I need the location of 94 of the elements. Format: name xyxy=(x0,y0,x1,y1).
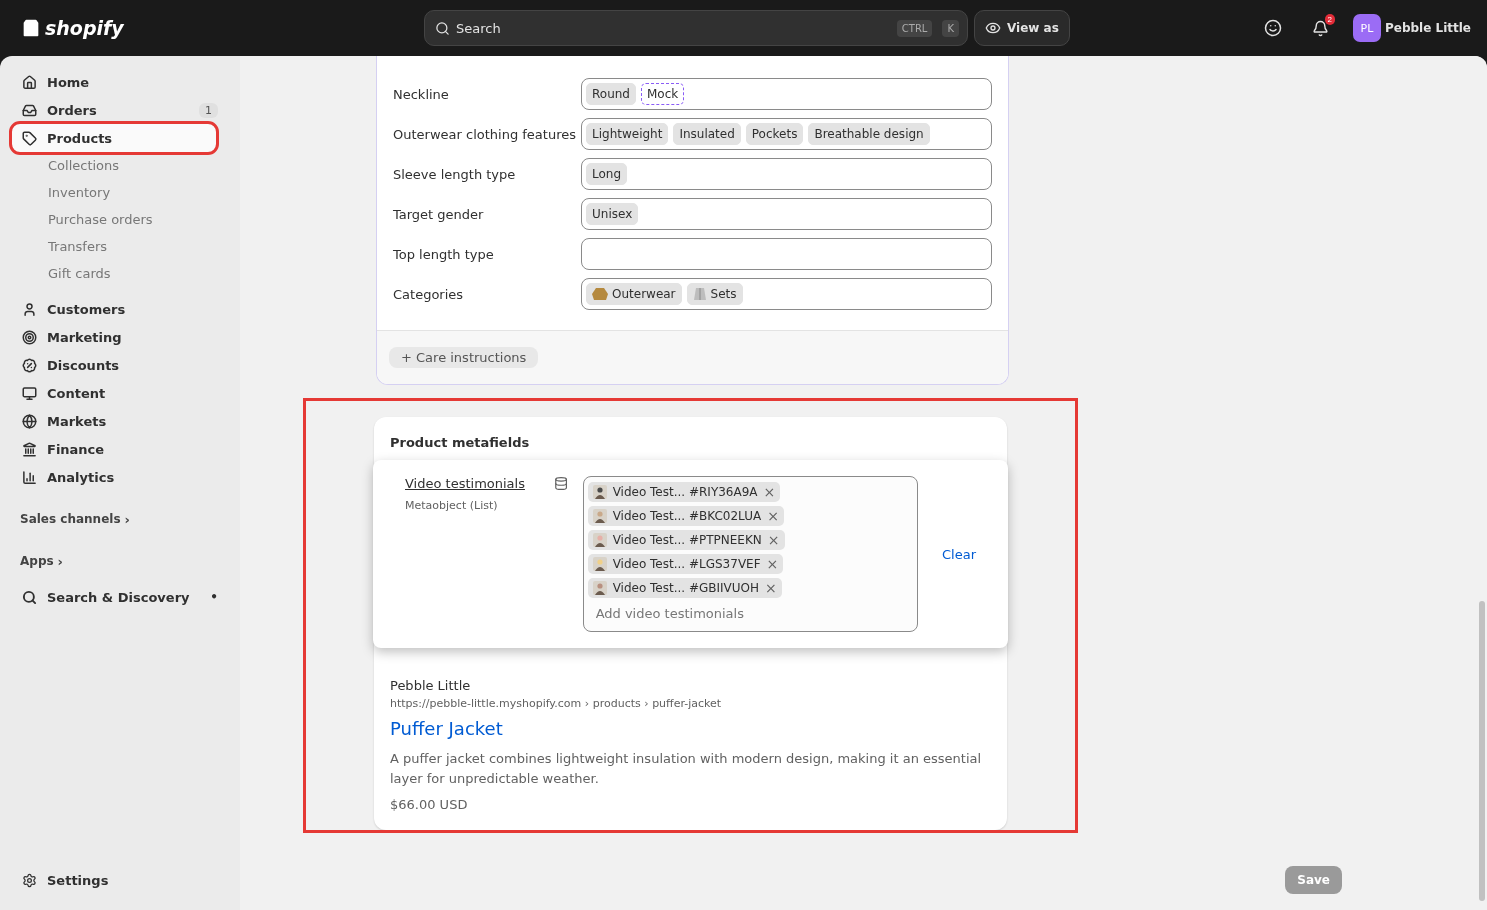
face-icon xyxy=(1263,19,1282,37)
tag-icon xyxy=(22,130,37,146)
store-name[interactable]: Pebble Little xyxy=(1384,21,1471,35)
home-icon xyxy=(22,74,37,90)
remove-icon[interactable]: × xyxy=(765,580,777,596)
section-link[interactable]: Apps › xyxy=(12,547,228,575)
nav-subitem[interactable]: Collections xyxy=(12,152,228,179)
count-badge: 1 xyxy=(199,102,218,118)
database-icon xyxy=(554,476,569,491)
card-title: Product metafields xyxy=(390,435,531,450)
tag: Mock xyxy=(640,83,685,105)
settings-link[interactable]: Settings xyxy=(12,866,228,894)
reference-tag[interactable]: Video Test... #BKC02LUA × xyxy=(587,506,784,526)
field-label: Sleeve length type xyxy=(393,166,517,182)
inbox-icon xyxy=(22,102,37,118)
nav-item[interactable]: Marketing xyxy=(12,323,228,351)
nav-item[interactable]: Analytics xyxy=(12,463,228,491)
preview-description: A puffer jacket combines lightweight insulation with modern design, making it an essential layer for unpredictable weather. xyxy=(390,750,983,788)
field-label: Top length type xyxy=(393,246,495,262)
monitor-icon xyxy=(22,385,37,401)
search-field[interactable]: Search CTRL K xyxy=(424,10,968,46)
notification-count: 2 xyxy=(1324,13,1335,25)
globe-icon xyxy=(22,413,37,429)
preview-store-name: Pebble Little xyxy=(390,678,472,693)
logo: shopify xyxy=(45,17,124,39)
metafield-name-link[interactable]: Video testimonials xyxy=(405,476,555,491)
keyboard-key: CTRL xyxy=(896,19,933,37)
reference-list-field[interactable]: Video Test... #RIY36A9A × Video Test... #BKC02LUA × Video Test... #PTPNEEKN × Video Test... #LGS37VEF × Video Test... #GBIIVUOH × Add video testimonials xyxy=(582,476,918,632)
clear-link[interactable]: Clear xyxy=(942,546,976,562)
bar-chart-icon xyxy=(22,469,37,485)
preview-title-link[interactable]: Puffer Jacket xyxy=(390,718,991,739)
reference-tag[interactable]: Video Test... #GBIIVUOH × xyxy=(587,578,782,598)
category-field[interactable]: Outerwear Sets xyxy=(581,278,992,310)
tag: Outerwear xyxy=(586,283,682,305)
scrollbar[interactable] xyxy=(1479,601,1485,901)
avatar[interactable]: PL xyxy=(1352,14,1381,42)
tag-field[interactable]: Lightweight Insulated Pockets Breathable design xyxy=(581,118,992,150)
nav-item[interactable]: Home xyxy=(12,68,228,96)
add-input[interactable]: Add video testimonials xyxy=(587,602,913,625)
target-icon xyxy=(22,329,37,345)
bank-icon xyxy=(22,441,37,457)
metafield-type: Metaobject (List) xyxy=(405,499,499,512)
nav-item[interactable]: Discounts xyxy=(12,351,228,379)
tag: Lightweight xyxy=(586,123,669,145)
clothing-icon xyxy=(692,287,707,301)
person-icon xyxy=(22,301,37,317)
nav-subitem[interactable]: Transfers xyxy=(12,233,228,260)
add-care-instructions-button[interactable]: + Care instructions xyxy=(389,347,539,368)
search-icon xyxy=(435,20,450,36)
reference-tag[interactable]: Video Test... #RIY36A9A × xyxy=(587,482,781,502)
nav-subitem[interactable]: Purchase orders xyxy=(12,206,228,233)
field-label: Neckline xyxy=(393,86,450,102)
remove-icon[interactable]: × xyxy=(763,484,776,500)
reference-tag[interactable]: Video Test... #LGS37VEF × xyxy=(587,554,784,574)
remove-icon[interactable]: × xyxy=(766,556,779,572)
tag: Sets xyxy=(686,283,743,305)
field-label: Target gender xyxy=(393,206,485,222)
tag-field[interactable]: Long xyxy=(581,158,992,190)
tag-field[interactable] xyxy=(581,238,992,270)
tag: Long xyxy=(586,163,628,185)
keyboard-key: K xyxy=(942,19,959,37)
tag-field[interactable]: Round Mock xyxy=(581,78,992,110)
field-label: Outerwear clothing features xyxy=(393,126,577,142)
nav-subitem[interactable]: Inventory xyxy=(12,179,228,206)
preview-url: https://pebble-little.myshopify.com › products › puffer-jacket xyxy=(390,697,723,710)
search-placeholder: Search xyxy=(456,20,502,36)
tag-field[interactable]: Unisex xyxy=(581,198,992,230)
tag: Pockets xyxy=(745,123,804,145)
jacket-icon xyxy=(592,287,608,301)
tag: Insulated xyxy=(673,123,741,145)
nav-item[interactable]: Markets xyxy=(12,407,228,435)
nav-item[interactable]: Customers xyxy=(12,295,228,323)
notifications-button[interactable]: 2 xyxy=(1305,13,1335,43)
discount-icon xyxy=(22,357,37,373)
remove-icon[interactable]: × xyxy=(767,508,779,524)
tag: Round xyxy=(586,83,636,105)
section-link[interactable]: Sales channels › xyxy=(12,505,228,533)
nav-item[interactable]: Finance xyxy=(12,435,228,463)
bell-icon xyxy=(1311,19,1329,37)
field-label: Categories xyxy=(393,286,465,302)
nav-subitem[interactable]: Gift cards xyxy=(12,260,228,287)
nav-item[interactable]: Products xyxy=(12,124,216,152)
nav-item[interactable]: Content xyxy=(12,379,228,407)
view-as-button[interactable]: View as xyxy=(974,10,1070,46)
remove-icon[interactable]: × xyxy=(767,532,780,548)
settings-icon xyxy=(22,872,37,888)
nav-item[interactable]: Orders 1 xyxy=(12,96,228,124)
tag: Unisex xyxy=(586,203,639,225)
reference-tag[interactable]: Video Test... #PTPNEEKN × xyxy=(587,530,785,550)
nav-item[interactable]: Search & Discovery • xyxy=(12,583,228,611)
eye-icon xyxy=(985,20,1001,36)
search-icon xyxy=(22,589,37,605)
preview-price: $66.00 USD xyxy=(390,797,469,812)
tag: Breathable design xyxy=(808,123,930,145)
